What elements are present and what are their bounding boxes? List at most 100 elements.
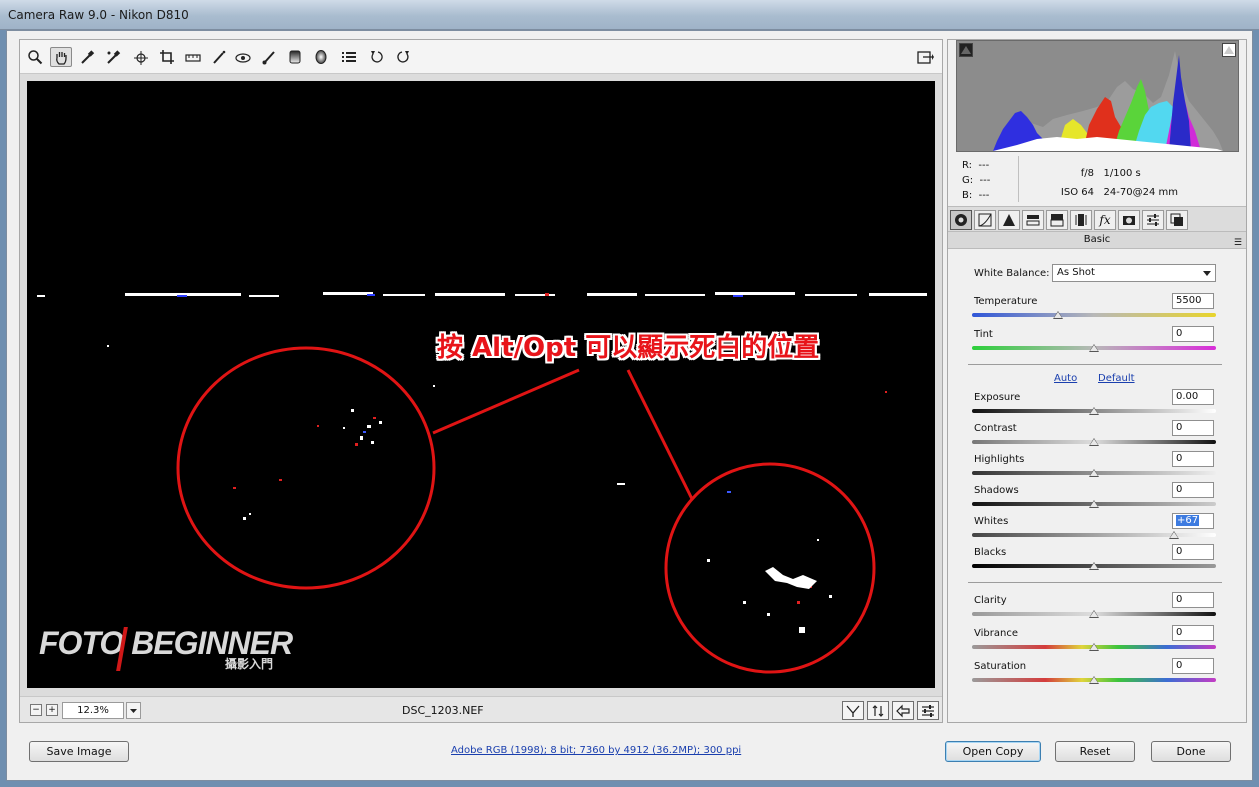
panel-menu-icon[interactable]: ☰ bbox=[1234, 235, 1242, 251]
rgb-readout: R: --- G: --- B: --- bbox=[962, 158, 990, 203]
rotate-cw-icon[interactable] bbox=[392, 47, 414, 67]
red-eye-icon[interactable] bbox=[232, 47, 254, 67]
swap-settings-icon[interactable] bbox=[867, 701, 889, 720]
shutter-speed: 1/100 s bbox=[1103, 168, 1141, 179]
color-sampler-icon[interactable] bbox=[102, 47, 124, 67]
adjustment-brush-icon[interactable] bbox=[258, 47, 280, 67]
highlights-label: Highlights bbox=[974, 454, 1025, 465]
whites-thumb[interactable] bbox=[1169, 531, 1179, 539]
exposure-thumb[interactable] bbox=[1089, 407, 1099, 415]
vibrance-label: Vibrance bbox=[974, 628, 1018, 639]
r-label: R: bbox=[962, 160, 973, 171]
saturation-thumb[interactable] bbox=[1089, 676, 1099, 684]
tab-tone-curve[interactable] bbox=[974, 210, 996, 230]
adjustment-panel: R: --- G: --- B: --- f/8 1/100 s ISO 64 … bbox=[947, 39, 1247, 723]
preferences-icon[interactable] bbox=[338, 47, 360, 67]
tab-lens-corrections[interactable] bbox=[1070, 210, 1092, 230]
before-after-icon[interactable] bbox=[842, 701, 864, 720]
blacks-field[interactable]: 0 bbox=[1172, 544, 1214, 560]
fullscreen-icon[interactable] bbox=[914, 47, 936, 67]
temperature-field[interactable]: 5500 bbox=[1172, 293, 1214, 309]
g-label: G: bbox=[962, 175, 974, 186]
tab-camera-calibration[interactable] bbox=[1118, 210, 1140, 230]
spot-removal-icon[interactable] bbox=[208, 47, 230, 67]
chevron-down-icon bbox=[130, 709, 137, 713]
panel-tabs: fx bbox=[948, 206, 1246, 232]
highlights-thumb[interactable] bbox=[1089, 469, 1099, 477]
save-image-button[interactable]: Save Image bbox=[29, 741, 129, 762]
tint-thumb[interactable] bbox=[1089, 344, 1099, 352]
tab-presets[interactable] bbox=[1142, 210, 1164, 230]
saturation-field[interactable]: 0 bbox=[1172, 658, 1214, 674]
copy-settings-icon[interactable] bbox=[892, 701, 914, 720]
done-button[interactable]: Done bbox=[1151, 741, 1231, 762]
highlights-field[interactable]: 0 bbox=[1172, 451, 1214, 467]
white-balance-select[interactable]: As Shot bbox=[1052, 264, 1216, 282]
view-settings-icon[interactable] bbox=[917, 701, 939, 720]
zoom-dropdown[interactable] bbox=[126, 702, 141, 719]
contrast-thumb[interactable] bbox=[1089, 438, 1099, 446]
tab-split-toning[interactable] bbox=[1046, 210, 1068, 230]
highlight-clipping-icon[interactable] bbox=[1222, 43, 1236, 57]
r-value: --- bbox=[978, 160, 990, 171]
reset-button[interactable]: Reset bbox=[1055, 741, 1135, 762]
clipping-overlay bbox=[37, 292, 927, 674]
camera-metadata: f/8 1/100 s ISO 64 24-70@24 mm bbox=[1048, 164, 1178, 202]
contrast-field[interactable]: 0 bbox=[1172, 420, 1214, 436]
temperature-slider[interactable] bbox=[972, 313, 1216, 317]
lens: 24-70@24 mm bbox=[1103, 187, 1178, 198]
clarity-label: Clarity bbox=[974, 595, 1007, 606]
tint-field[interactable]: 0 bbox=[1172, 326, 1214, 342]
b-label: B: bbox=[962, 190, 973, 201]
exposure-field[interactable]: 0.00 bbox=[1172, 389, 1214, 405]
tab-effects[interactable]: fx bbox=[1094, 210, 1116, 230]
curve-icon bbox=[978, 213, 992, 227]
g-value: --- bbox=[979, 175, 991, 186]
snapshots-icon bbox=[1170, 213, 1183, 226]
tab-detail[interactable] bbox=[998, 210, 1020, 230]
rotate-ccw-icon[interactable] bbox=[366, 47, 388, 67]
presets-icon bbox=[1147, 214, 1159, 226]
highlight-circle-left bbox=[176, 346, 436, 590]
tab-basic[interactable] bbox=[950, 210, 972, 230]
section-divider bbox=[968, 364, 1222, 365]
hand-icon[interactable] bbox=[50, 47, 72, 67]
whites-field[interactable]: +67 bbox=[1172, 513, 1214, 529]
vibrance-field[interactable]: 0 bbox=[1172, 625, 1214, 641]
vibrance-thumb[interactable] bbox=[1089, 643, 1099, 651]
radial-filter-icon[interactable] bbox=[310, 47, 332, 67]
targeted-adjustment-icon[interactable] bbox=[130, 47, 152, 67]
split-toning-icon bbox=[1050, 214, 1064, 227]
b-value: --- bbox=[978, 190, 990, 201]
white-balance-icon[interactable] bbox=[76, 47, 98, 67]
white-balance-value: As Shot bbox=[1057, 267, 1095, 278]
default-link[interactable]: Default bbox=[1098, 373, 1135, 384]
straighten-icon[interactable] bbox=[182, 47, 204, 67]
tab-snapshots[interactable] bbox=[1166, 210, 1188, 230]
camera-raw-dialog: 按 Alt/Opt 可以顯示死白的位置 FOTO BEGINNER 攝影入門 −… bbox=[6, 30, 1253, 781]
whites-value: +67 bbox=[1176, 515, 1200, 526]
auto-link[interactable]: Auto bbox=[1054, 373, 1077, 384]
file-name: DSC_1203.NEF bbox=[402, 704, 484, 717]
open-copy-button[interactable]: Open Copy bbox=[945, 741, 1041, 762]
clarity-thumb[interactable] bbox=[1089, 610, 1099, 618]
iso: ISO 64 bbox=[1060, 187, 1094, 198]
shadows-field[interactable]: 0 bbox=[1172, 482, 1214, 498]
fx-icon: fx bbox=[1099, 213, 1111, 227]
white-balance-label: White Balance: bbox=[974, 268, 1050, 279]
crop-icon[interactable] bbox=[156, 47, 178, 67]
zoom-level[interactable]: 12.3% bbox=[62, 702, 124, 719]
shadow-clipping-icon[interactable] bbox=[959, 43, 973, 57]
image-preview[interactable]: 按 Alt/Opt 可以顯示死白的位置 FOTO BEGINNER 攝影入門 bbox=[27, 81, 935, 688]
temperature-thumb[interactable] bbox=[1053, 311, 1063, 319]
workflow-options-link[interactable]: Adobe RGB (1998); 8 bit; 7360 by 4912 (3… bbox=[451, 745, 741, 756]
whites-slider[interactable] bbox=[972, 533, 1216, 537]
graduated-filter-icon[interactable] bbox=[284, 47, 306, 67]
clarity-field[interactable]: 0 bbox=[1172, 592, 1214, 608]
tab-hsl[interactable] bbox=[1022, 210, 1044, 230]
shadows-thumb[interactable] bbox=[1089, 500, 1099, 508]
blacks-thumb[interactable] bbox=[1089, 562, 1099, 570]
zoom-in-button[interactable]: + bbox=[46, 704, 58, 716]
zoom-out-button[interactable]: − bbox=[30, 704, 42, 716]
zoom-icon[interactable] bbox=[24, 47, 46, 67]
